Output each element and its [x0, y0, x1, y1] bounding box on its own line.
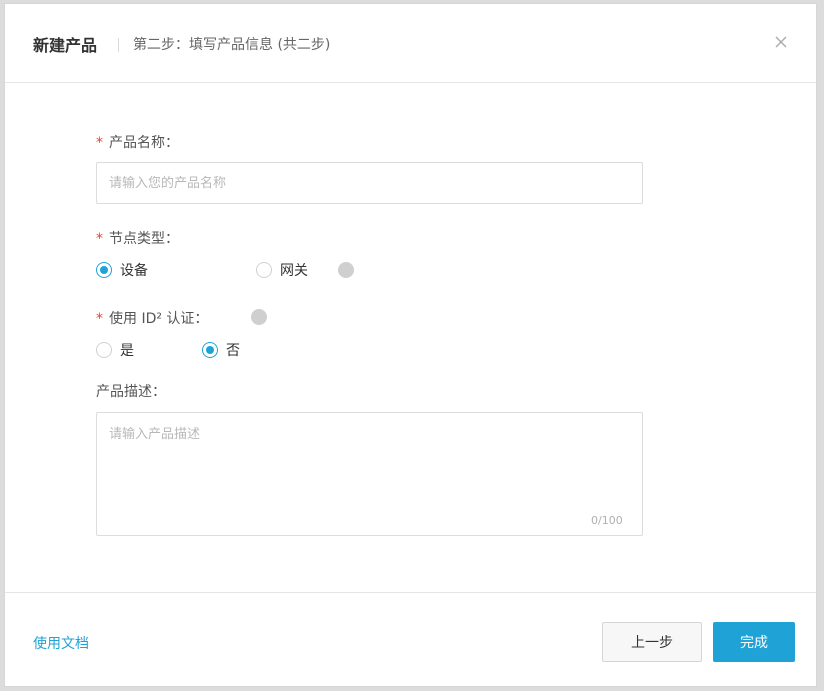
radio-unchecked-icon — [96, 342, 112, 358]
question-circle-icon[interactable] — [338, 262, 354, 278]
product-name-input[interactable] — [96, 162, 643, 204]
question-circle-icon[interactable] — [251, 309, 267, 325]
close-icon[interactable] — [771, 32, 791, 52]
title-divider — [118, 38, 119, 52]
radio-unchecked-icon — [256, 262, 272, 278]
id2-auth-label-text: 使用 ID² 认证： — [109, 311, 209, 327]
docs-link[interactable]: 使用文档 — [33, 633, 89, 653]
radio-checked-icon — [202, 342, 218, 358]
finish-button[interactable]: 完成 — [713, 622, 795, 662]
radio-label: 否 — [226, 343, 240, 359]
required-mark: * — [96, 135, 103, 151]
product-name-label: * 产品名称： — [96, 132, 179, 152]
radio-label: 是 — [120, 343, 134, 359]
prev-step-button[interactable]: 上一步 — [602, 622, 702, 662]
node-type-option-gateway[interactable]: 网关 — [256, 260, 308, 280]
description-label: 产品描述： — [96, 384, 166, 400]
dialog-title: 新建产品 — [33, 36, 98, 55]
required-mark: * — [96, 311, 103, 327]
char-counter: 0/100 — [591, 514, 623, 527]
radio-label: 网关 — [280, 263, 308, 279]
id2-auth-label: * 使用 ID² 认证： — [96, 308, 208, 328]
description-textarea[interactable] — [96, 412, 643, 536]
node-type-option-device[interactable]: 设备 — [96, 260, 148, 280]
radio-checked-icon — [96, 262, 112, 278]
node-type-label: * 节点类型： — [96, 228, 179, 248]
dialog-subtitle: 第二步：填写产品信息 (共二步) — [133, 37, 331, 53]
id2-auth-option-yes[interactable]: 是 — [96, 340, 134, 360]
id2-auth-option-no[interactable]: 否 — [202, 340, 240, 360]
required-mark: * — [96, 231, 103, 247]
new-product-dialog: 新建产品 第二步：填写产品信息 (共二步) * 产品名称： * 节点类型： 设备 网… — [4, 3, 817, 687]
product-name-label-text: 产品名称： — [109, 135, 179, 151]
dialog-header: 新建产品 第二步：填写产品信息 (共二步) — [5, 4, 816, 83]
radio-label: 设备 — [120, 263, 148, 279]
node-type-label-text: 节点类型： — [109, 231, 179, 247]
